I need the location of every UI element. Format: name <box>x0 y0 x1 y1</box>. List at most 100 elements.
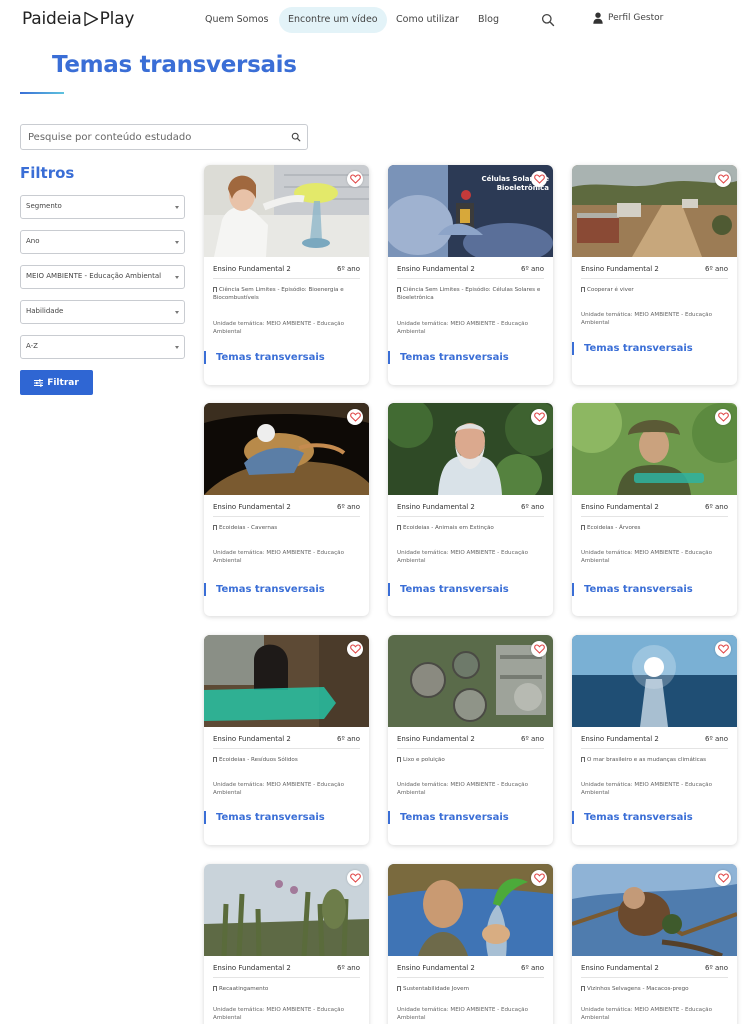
theme-tag[interactable]: Temas transversais <box>388 351 509 364</box>
filter-button[interactable]: Filtrar <box>20 370 93 395</box>
theme-select[interactable]: MEIO AMBIENTE - Educação Ambiental <box>20 265 185 289</box>
nav-blog[interactable]: Blog <box>478 7 499 33</box>
divider <box>581 748 728 749</box>
thematic-unit: Unidade temática: MEIO AMBIENTE - Educaç… <box>213 321 345 335</box>
segment-label: Ensino Fundamental 2 <box>397 265 475 273</box>
theme-tag[interactable]: Temas transversais <box>388 811 509 824</box>
episode-title: Ciência Sem Limites - Episódio: Células … <box>397 286 541 301</box>
logo-text-right: Play <box>99 9 135 29</box>
divider <box>397 748 544 749</box>
heart-icon[interactable] <box>531 409 547 425</box>
caret-down-icon <box>175 206 179 209</box>
heart-icon[interactable] <box>531 870 547 886</box>
grade-label: 6º ano <box>705 503 728 511</box>
theme-tag[interactable]: Temas transversais <box>204 351 325 364</box>
search-input[interactable] <box>28 130 278 145</box>
grade-label: 6º ano <box>705 265 728 273</box>
video-card[interactable]: Ensino Fundamental 2 6º ano Ecoideias - … <box>388 403 553 616</box>
grade-label: 6º ano <box>521 964 544 972</box>
episode-title: Vizinhos Selvagens - Macacos-prego <box>581 985 731 993</box>
video-card[interactable]: Células Solares e Bioeletrônica Ensino F… <box>388 165 553 385</box>
grade-label: 6º ano <box>705 735 728 743</box>
theme-tag[interactable]: Temas transversais <box>388 583 509 596</box>
divider <box>213 977 360 978</box>
caret-down-icon <box>175 241 179 244</box>
segment-label: Ensino Fundamental 2 <box>213 964 291 972</box>
heart-icon[interactable] <box>347 641 363 657</box>
filters-title: Filtros <box>20 164 75 182</box>
theme-tag[interactable]: Temas transversais <box>572 811 693 824</box>
divider <box>397 977 544 978</box>
thematic-unit: Unidade temática: MEIO AMBIENTE - Educaç… <box>213 1007 345 1021</box>
sort-select[interactable]: A-Z <box>20 335 185 359</box>
video-card[interactable]: Ensino Fundamental 2 6º ano Lixo e polui… <box>388 635 553 845</box>
video-card[interactable]: Ensino Fundamental 2 6º ano Ecoideias - … <box>204 403 369 616</box>
video-thumbnail[interactable] <box>388 403 553 495</box>
heart-icon[interactable] <box>715 641 731 657</box>
episode-title: Ecoideias - Animais em Extinção <box>397 524 547 532</box>
search-icon[interactable] <box>541 12 555 27</box>
video-thumbnail[interactable] <box>388 635 553 727</box>
video-thumbnail[interactable] <box>572 864 737 956</box>
caret-down-icon <box>175 311 179 314</box>
grade-label: 6º ano <box>337 265 360 273</box>
video-thumbnail[interactable]: Células Solares e Bioeletrônica <box>388 165 553 257</box>
year-select[interactable]: Ano <box>20 230 185 254</box>
video-thumbnail[interactable] <box>204 403 369 495</box>
video-thumbnail[interactable] <box>388 864 553 956</box>
video-card[interactable]: Ensino Fundamental 2 6º ano Ecoideias - … <box>572 403 737 616</box>
thematic-unit: Unidade temática: MEIO AMBIENTE - Educaç… <box>581 1007 713 1021</box>
video-thumbnail[interactable] <box>204 864 369 956</box>
video-card[interactable]: Ensino Fundamental 2 6º ano Vizinhos Sel… <box>572 864 737 1024</box>
video-card[interactable]: Ensino Fundamental 2 6º ano Cooperar é v… <box>572 165 737 385</box>
theme-tag[interactable]: Temas transversais <box>204 811 325 824</box>
grade-label: 6º ano <box>337 735 360 743</box>
theme-tag[interactable]: Temas transversais <box>204 583 325 596</box>
heart-icon[interactable] <box>531 641 547 657</box>
heart-icon[interactable] <box>715 171 731 187</box>
episode-title: Recaatingamento <box>213 985 363 993</box>
segment-select[interactable]: Segmento <box>20 195 185 219</box>
page-title: Temas transversais <box>52 52 297 78</box>
heart-icon[interactable] <box>531 171 547 187</box>
heart-icon[interactable] <box>715 409 731 425</box>
profile-menu[interactable]: Perfil Gestor <box>593 12 663 24</box>
video-card[interactable]: Ensino Fundamental 2 6º ano Sustentabili… <box>388 864 553 1024</box>
episode-title: Ciência Sem Limites - Episódio: Bioenerg… <box>213 286 344 301</box>
divider <box>581 977 728 978</box>
divider <box>213 516 360 517</box>
theme-tag[interactable]: Temas transversais <box>572 583 693 596</box>
top-navbar: Paideia Play Quem Somos Encontre um víde… <box>0 0 755 40</box>
episode-title: Cooperar é viver <box>581 286 731 294</box>
segment-label: Ensino Fundamental 2 <box>213 503 291 511</box>
video-card[interactable]: Ensino Fundamental 2 6º ano Ecoideias - … <box>204 635 369 845</box>
video-thumbnail[interactable] <box>572 403 737 495</box>
bookmark-icon <box>581 524 585 530</box>
logo[interactable]: Paideia Play <box>22 9 134 29</box>
nav-como-utilizar[interactable]: Como utilizar <box>396 7 459 33</box>
video-thumbnail[interactable] <box>572 165 737 257</box>
sliders-icon <box>34 378 44 387</box>
video-card[interactable]: Ensino Fundamental 2 6º ano O mar brasil… <box>572 635 737 845</box>
heart-icon[interactable] <box>347 409 363 425</box>
heart-icon[interactable] <box>347 870 363 886</box>
nav-encontre-um-video[interactable]: Encontre um vídeo <box>279 7 387 33</box>
nav-quem-somos[interactable]: Quem Somos <box>205 7 268 33</box>
segment-label: Ensino Fundamental 2 <box>581 503 659 511</box>
heart-icon[interactable] <box>715 870 731 886</box>
divider <box>397 516 544 517</box>
skill-select[interactable]: Habilidade <box>20 300 185 324</box>
caret-down-icon <box>175 346 179 349</box>
video-thumbnail[interactable] <box>204 635 369 727</box>
video-card[interactable]: Ensino Fundamental 2 6º ano Recaatingame… <box>204 864 369 1024</box>
segment-label: Ensino Fundamental 2 <box>581 964 659 972</box>
search-icon[interactable] <box>291 132 301 142</box>
video-card[interactable]: Ensino Fundamental 2 6º ano Ciência Sem … <box>204 165 369 385</box>
thematic-unit: Unidade temática: MEIO AMBIENTE - Educaç… <box>581 550 713 564</box>
video-thumbnail[interactable] <box>204 165 369 257</box>
theme-tag[interactable]: Temas transversais <box>572 342 693 355</box>
heart-icon[interactable] <box>347 171 363 187</box>
video-thumbnail[interactable] <box>572 635 737 727</box>
divider <box>213 278 360 279</box>
bookmark-icon <box>397 985 401 991</box>
